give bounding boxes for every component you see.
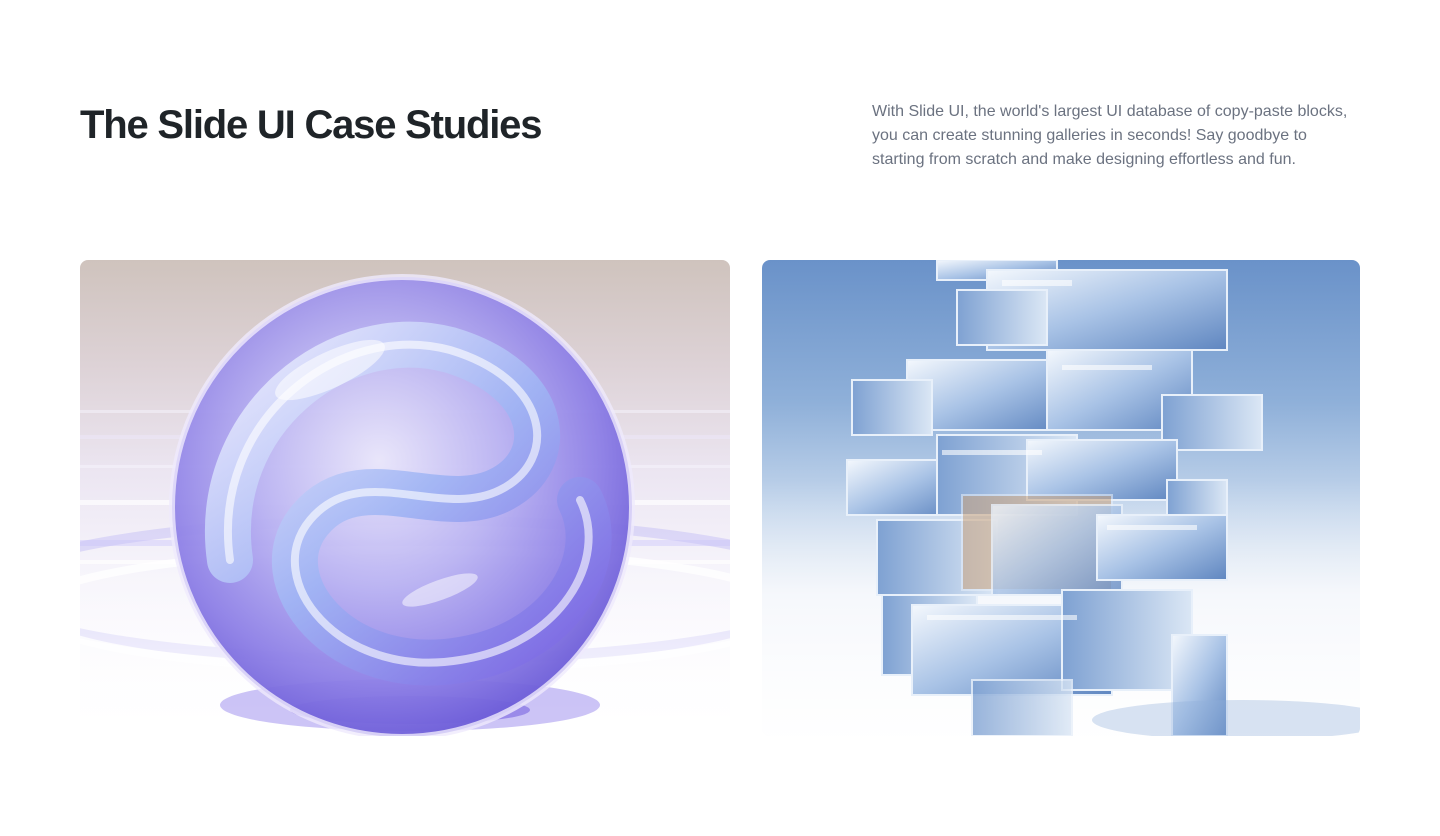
- section-title: The Slide UI Case Studies: [80, 103, 542, 147]
- glass-cube-tower-image: [762, 260, 1360, 736]
- case-studies-section: The Slide UI Case Studies With Slide UI,…: [0, 0, 1440, 836]
- section-description: With Slide UI, the world's largest UI da…: [872, 103, 1348, 168]
- case-study-card-1[interactable]: [80, 260, 730, 736]
- glass-sphere-image: [80, 274, 730, 736]
- case-study-card-2[interactable]: [762, 260, 1360, 736]
